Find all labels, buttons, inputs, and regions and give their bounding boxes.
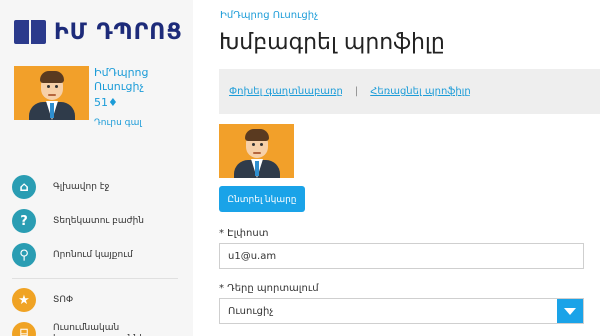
avatar <box>219 124 294 178</box>
breadcrumb[interactable]: ԻմԴպրոց Ուսուցիչ <box>220 10 318 21</box>
sidebar-item-label: Որոնում կայքում <box>53 249 133 260</box>
nav-divider <box>12 278 178 279</box>
sidebar-item-top[interactable]: ★ ՏՈՓ <box>12 283 182 317</box>
sidebar: ԻՄ ԴՊՐՈՑ ԻմԴպրոց Ուսուցիչ 51♦ Դուրս գալ … <box>0 0 193 336</box>
sidebar-nav: ⌂ Գլխավոր էջ ? Տեղեկատու բաժին ⚲ Որոնում… <box>12 170 182 336</box>
sidebar-item-home[interactable]: ⌂ Գլխավոր էջ <box>12 170 182 204</box>
choose-image-button[interactable]: Ընտրել նկարը <box>219 186 305 212</box>
help-icon: ? <box>12 209 36 233</box>
profile-subnav: Փոխել գաղտնաբառը | Հեռացնել պրոֆիլը <box>219 69 600 114</box>
sidebar-item-label: Տեղեկատու բաժին <box>53 215 144 226</box>
home-icon: ⌂ <box>12 175 36 199</box>
logout-link[interactable]: Դուրս գալ <box>94 118 184 128</box>
role-label: * Դերը պորտալում <box>219 283 319 294</box>
user-profile: ԻմԴպրոց Ուսուցիչ 51♦ Դուրս գալ <box>14 66 148 128</box>
email-field[interactable]: u1@u.am <box>219 243 584 269</box>
role-select-value: Ուսուցիչ <box>228 305 274 317</box>
role-select[interactable]: Ուսուցիչ <box>219 298 584 324</box>
sidebar-item-institutions[interactable]: ⌸ Ուսումնական հաստատություններ <box>12 317 182 336</box>
user-score: 51♦ <box>94 96 118 109</box>
sidebar-item-search[interactable]: ⚲ Որոնում կայքում <box>12 238 182 272</box>
change-password-link[interactable]: Փոխել գաղտնաբառը <box>229 86 343 97</box>
user-name-link[interactable]: ԻմԴպրոց Ուսուցիչ <box>94 66 184 94</box>
delete-profile-link[interactable]: Հեռացնել պրոֆիլը <box>370 86 470 97</box>
avatar[interactable] <box>14 66 89 120</box>
sidebar-item-label: ՏՈՓ <box>53 294 74 305</box>
subnav-separator: | <box>354 86 359 97</box>
sidebar-item-help[interactable]: ? Տեղեկատու բաժին <box>12 204 182 238</box>
page-title: Խմբագրել պրոֆիլը <box>219 30 445 55</box>
site-logo[interactable]: ԻՄ ԴՊՐՈՑ <box>14 14 183 50</box>
book-icon <box>14 18 46 46</box>
sidebar-item-label: Ուսումնական հաստատություններ <box>53 323 151 336</box>
search-icon: ⚲ <box>12 243 36 267</box>
sidebar-item-label: Գլխավոր էջ <box>53 181 110 192</box>
email-label: * Էլփոստ <box>219 228 269 239</box>
star-icon: ★ <box>12 288 36 312</box>
chevron-down-icon[interactable] <box>557 299 583 323</box>
institution-icon: ⌸ <box>12 322 36 336</box>
profile-image <box>219 124 294 178</box>
logo-text: ԻՄ ԴՊՐՈՑ <box>54 19 183 45</box>
